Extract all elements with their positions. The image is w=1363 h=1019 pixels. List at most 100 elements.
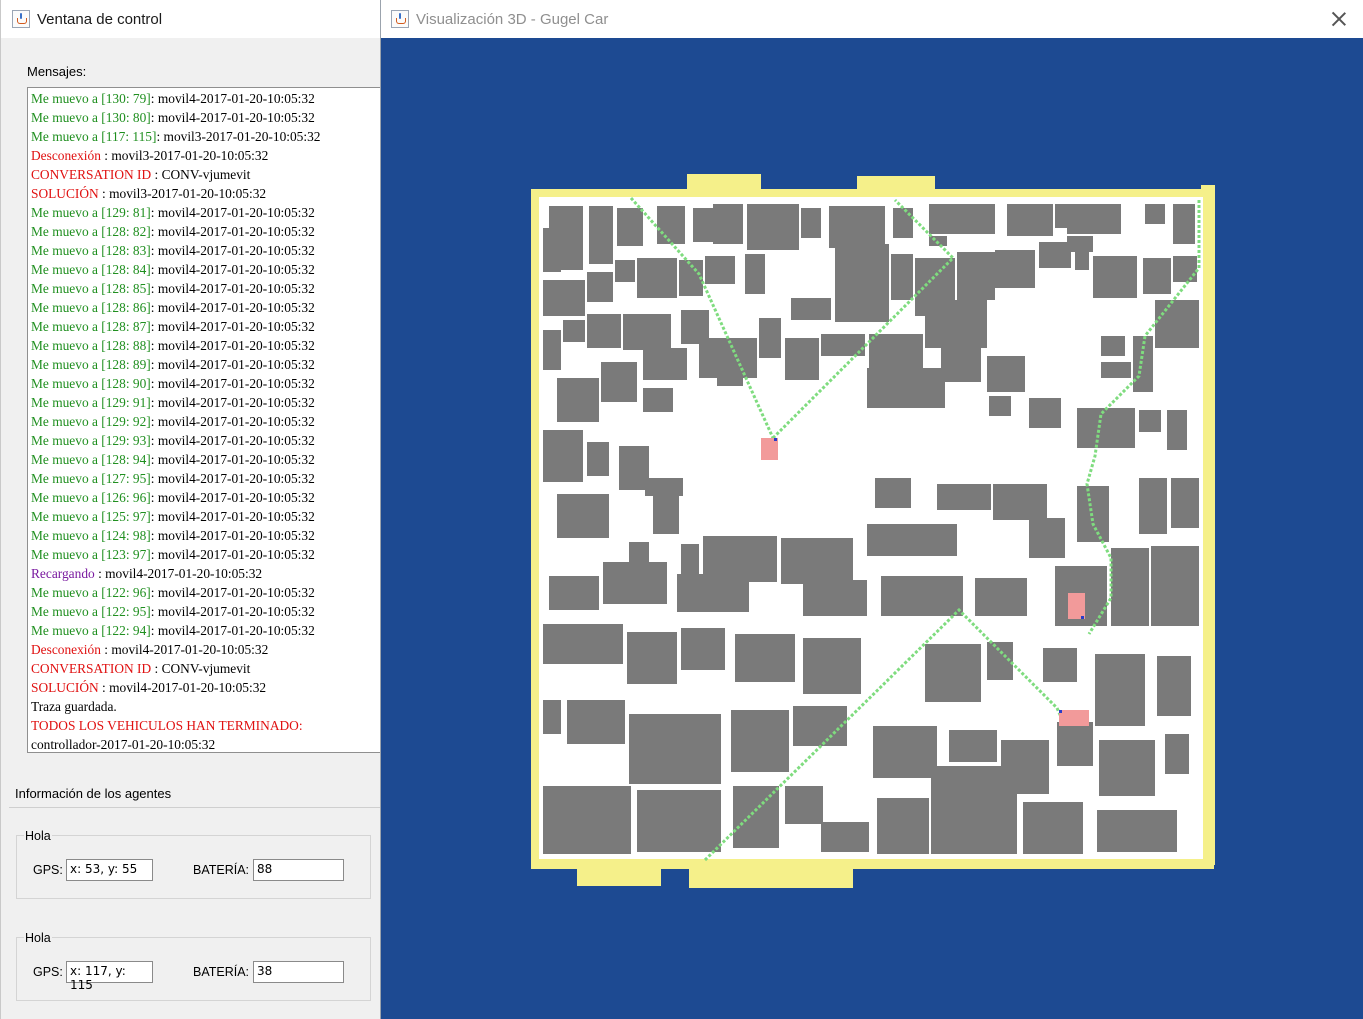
agent-2-title: Hola (24, 931, 52, 945)
message-tag: Me muevo a [129: 81] (31, 205, 151, 220)
message-line: Me muevo a [128: 94]: movil4-2017-01-20-… (31, 450, 382, 469)
message-separator: : (150, 604, 158, 619)
message-tag: Me muevo a [129: 92] (31, 414, 151, 429)
message-text: movil3-2017-01-20-10:05:32 (109, 186, 267, 201)
message-text: movil4-2017-01-20-10:05:32 (157, 376, 315, 391)
agent-2-battery-label: BATERÍA: (193, 965, 250, 979)
message-line: Traza guardada. (31, 697, 382, 716)
message-line: CONVERSATION ID : CONV-vjumevit (31, 165, 382, 184)
control-window-title: Ventana de control (37, 10, 163, 28)
city-map-3d-view[interactable] (381, 38, 1363, 1019)
message-tag: Me muevo a [128: 88] (31, 338, 151, 353)
message-line: Me muevo a [130: 80]: movil4-2017-01-20-… (31, 108, 382, 127)
message-tag: Me muevo a [128: 89] (31, 357, 151, 372)
message-separator: : (151, 167, 162, 182)
message-text: controllador-2017-01-20-10:05:32 (31, 737, 216, 752)
message-line: Me muevo a [128: 84]: movil4-2017-01-20-… (31, 260, 382, 279)
message-line: Me muevo a [129: 91]: movil4-2017-01-20-… (31, 393, 382, 412)
message-tag: Me muevo a [117: 115] (31, 129, 157, 144)
message-separator: : (150, 110, 158, 125)
message-line: Recargando : movil4-2017-01-20-10:05:32 (31, 564, 382, 583)
message-tag: Me muevo a [128: 82] (31, 224, 151, 239)
message-text: movil3-2017-01-20-10:05:32 (111, 148, 269, 163)
message-tag: Me muevo a [128: 94] (31, 452, 151, 467)
message-text: movil4-2017-01-20-10:05:32 (157, 604, 315, 619)
message-separator: : (150, 262, 158, 277)
message-text: movil4-2017-01-20-10:05:32 (157, 262, 315, 277)
message-line: Me muevo a [130: 79]: movil4-2017-01-20-… (31, 89, 382, 108)
vehicle-2[interactable] (1068, 593, 1085, 619)
message-text: movil4-2017-01-20-10:05:32 (157, 338, 315, 353)
visualization-window: Visualización 3D - Gugel Car (380, 0, 1363, 1019)
message-tag: Me muevo a [125: 97] (31, 509, 151, 524)
message-tag: Me muevo a [126: 96] (31, 490, 151, 505)
message-line: Me muevo a [125: 97]: movil4-2017-01-20-… (31, 507, 382, 526)
message-tag: Me muevo a [128: 83] (31, 243, 151, 258)
message-separator: : (150, 623, 158, 638)
message-text: CONV-vjumevit (161, 167, 251, 182)
agent-1-gps-label: GPS: (33, 863, 63, 877)
message-text: movil4-2017-01-20-10:05:32 (157, 91, 315, 106)
message-separator: : (150, 300, 158, 315)
message-tag: Me muevo a [123: 97] (31, 547, 151, 562)
agent-1-battery-field[interactable]: 88 (253, 859, 344, 881)
message-line: TODOS LOS VEHICULOS HAN TERMINADO: (31, 716, 382, 735)
message-tag: Me muevo a [128: 87] (31, 319, 151, 334)
message-separator: : (150, 376, 158, 391)
message-separator: : (150, 490, 158, 505)
message-separator: : (100, 642, 112, 657)
message-text: movil4-2017-01-20-10:05:32 (157, 528, 315, 543)
agent-2-gps-field[interactable]: x: 117, y: 115 (66, 961, 153, 992)
message-line: Desconexión : movil4-2017-01-20-10:05:32 (31, 640, 382, 659)
message-line: Me muevo a [129: 92]: movil4-2017-01-20-… (31, 412, 382, 431)
message-separator: : (98, 680, 110, 695)
message-line: SOLUCIÓN : movil4-2017-01-20-10:05:32 (31, 678, 382, 697)
message-separator: : (150, 509, 158, 524)
message-line: controllador-2017-01-20-10:05:32 (31, 735, 382, 752)
message-separator: : (150, 205, 158, 220)
close-icon[interactable] (1329, 9, 1349, 29)
message-separator: : (150, 433, 158, 448)
message-tag: CONVERSATION ID (31, 167, 152, 182)
message-line: SOLUCIÓN : movil3-2017-01-20-10:05:32 (31, 184, 382, 203)
message-tag: Me muevo a [128: 90] (31, 376, 151, 391)
message-text: movil4-2017-01-20-10:05:32 (105, 566, 263, 581)
message-text: movil4-2017-01-20-10:05:32 (111, 642, 269, 657)
control-window-titlebar[interactable]: Ventana de control (1, 0, 380, 38)
message-tag: Me muevo a [122: 94] (31, 623, 151, 638)
vehicle-3[interactable] (1059, 710, 1089, 726)
message-text: movil4-2017-01-20-10:05:32 (157, 281, 315, 296)
message-text: movil4-2017-01-20-10:05:32 (157, 547, 315, 562)
message-text: movil4-2017-01-20-10:05:32 (109, 680, 267, 695)
control-window: Ventana de control Mensajes: Me muevo a … (0, 0, 383, 1019)
message-line: Me muevo a [129: 93]: movil4-2017-01-20-… (31, 431, 382, 450)
messages-log[interactable]: Me muevo a [130: 79]: movil4-2017-01-20-… (27, 87, 383, 753)
message-text: movil4-2017-01-20-10:05:32 (157, 110, 315, 125)
message-line: Me muevo a [124: 98]: movil4-2017-01-20-… (31, 526, 382, 545)
agent-2-gps-label: GPS: (33, 965, 63, 979)
message-line: Me muevo a [127: 95]: movil4-2017-01-20-… (31, 469, 382, 488)
message-tag: Me muevo a [129: 93] (31, 433, 151, 448)
visualization-window-titlebar[interactable]: Visualización 3D - Gugel Car (381, 0, 1363, 38)
message-text: movil4-2017-01-20-10:05:32 (157, 414, 315, 429)
message-line: Me muevo a [128: 89]: movil4-2017-01-20-… (31, 355, 382, 374)
message-tag: Me muevo a [130: 79] (31, 91, 151, 106)
message-tag: Me muevo a [128: 86] (31, 300, 151, 315)
vehicle-1[interactable] (761, 438, 778, 460)
messages-label: Mensajes: (27, 64, 87, 79)
message-tag: Recargando (31, 566, 95, 581)
message-text: movil4-2017-01-20-10:05:32 (157, 319, 315, 334)
message-tag: Me muevo a [130: 80] (31, 110, 151, 125)
message-line: Me muevo a [117: 115]: movil3-2017-01-20… (31, 127, 382, 146)
message-separator: : (94, 566, 106, 581)
message-separator: : (150, 452, 158, 467)
message-text: movil4-2017-01-20-10:05:32 (157, 433, 315, 448)
message-text: movil4-2017-01-20-10:05:32 (157, 395, 315, 410)
message-text: movil4-2017-01-20-10:05:32 (157, 243, 315, 258)
agent-2-battery-field[interactable]: 38 (253, 961, 344, 983)
message-tag: Me muevo a [128: 84] (31, 262, 151, 277)
message-line: Me muevo a [128: 88]: movil4-2017-01-20-… (31, 336, 382, 355)
message-separator: : (150, 471, 158, 486)
message-tag: Me muevo a [127: 95] (31, 471, 151, 486)
agent-1-gps-field[interactable]: x: 53, y: 55 (66, 859, 153, 881)
